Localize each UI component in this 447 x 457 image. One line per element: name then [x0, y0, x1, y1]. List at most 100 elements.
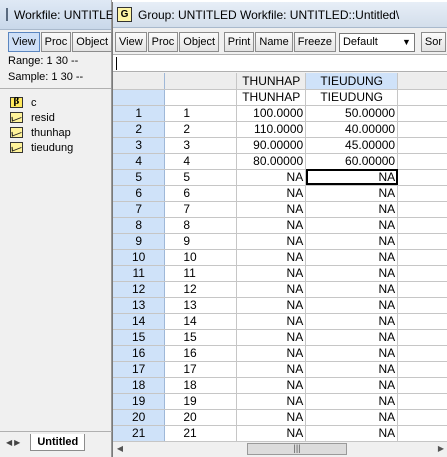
tieudung-cell[interactable]: NA [305, 217, 399, 234]
row-header[interactable]: 6 [113, 185, 166, 202]
row-header[interactable]: 3 [113, 137, 166, 154]
row-header[interactable]: 9 [113, 233, 166, 250]
scroll-left-icon[interactable]: ◀ [113, 444, 127, 453]
row-header[interactable]: 1 [113, 105, 166, 122]
column-header-thunhap[interactable]: THUNHAP [236, 73, 307, 90]
subheader-thunhap[interactable]: THUNHAP [236, 89, 307, 106]
tieudung-cell[interactable]: NA [305, 265, 399, 282]
object-item-thunhap[interactable]: thunhap [10, 125, 110, 140]
tieudung-cell[interactable]: 40.00000 [305, 121, 399, 138]
thunhap-cell[interactable]: 80.00000 [236, 153, 307, 170]
tieudung-cell[interactable]: NA [305, 313, 399, 330]
row-header[interactable]: 12 [113, 281, 166, 298]
thunhap-cell[interactable]: NA [236, 393, 307, 410]
horizontal-scrollbar[interactable]: ◀ ||| ▶ [113, 441, 447, 455]
thunhap-cell[interactable]: NA [236, 185, 307, 202]
object-item-resid[interactable]: resid [10, 110, 110, 125]
thunhap-cell[interactable]: NA [236, 313, 307, 330]
tieudung-cell[interactable]: NA [305, 201, 399, 218]
row-header[interactable]: 20 [113, 409, 166, 426]
name-button[interactable]: Name [255, 32, 293, 52]
print-button[interactable]: Print [223, 32, 255, 52]
tieudung-cell[interactable]: NA [305, 329, 399, 346]
thunhap-cell[interactable]: NA [236, 409, 307, 426]
workfile-object-button[interactable]: Object [72, 32, 113, 52]
thunhap-cell[interactable]: NA [236, 329, 307, 346]
row-header[interactable]: 10 [113, 249, 166, 266]
group-titlebar[interactable]: G Group: UNTITLED Workfile: UNTITLED::Un… [113, 2, 447, 28]
row-header[interactable]: 13 [113, 297, 166, 314]
sort-button[interactable]: Sor [420, 32, 446, 52]
spreadsheet-grid[interactable]: THUNHAP TIEUDUNG THUNHAP TIEUDUNG 1 1 100.… [113, 73, 447, 441]
row-header[interactable] [113, 89, 166, 106]
tieudung-cell[interactable]: NA [305, 393, 399, 410]
display-format-select[interactable]: Default ▼ [338, 32, 415, 52]
thunhap-cell[interactable]: NA [236, 217, 307, 234]
thunhap-cell[interactable]: NA [236, 233, 307, 250]
table-row: 11 11 NA NA [113, 265, 447, 282]
tieudung-cell[interactable]: 45.00000 [305, 137, 399, 154]
tieudung-cell[interactable]: NA [305, 281, 399, 298]
thunhap-cell[interactable]: NA [236, 377, 307, 394]
thunhap-cell[interactable]: NA [236, 361, 307, 378]
thunhap-cell[interactable]: NA [236, 169, 307, 186]
row-header[interactable]: 21 [113, 425, 166, 441]
row-header[interactable]: 18 [113, 377, 166, 394]
sample-info[interactable]: Sample: 1 30 -- [8, 71, 83, 83]
row-header[interactable]: 4 [113, 153, 166, 170]
thunhap-cell[interactable]: NA [236, 265, 307, 282]
row-header[interactable]: 8 [113, 217, 166, 234]
scroll-thumb[interactable]: ||| [247, 442, 347, 455]
tieudung-cell[interactable]: NA [305, 297, 399, 314]
thunhap-cell[interactable]: 100.0000 [236, 105, 307, 122]
row-header[interactable]: 5 [113, 169, 166, 186]
object-item-c[interactable]: β c [10, 95, 110, 110]
group-toolbar: View Proc Object Print Name Freeze Defau… [115, 31, 447, 53]
tieudung-cell[interactable]: NA [305, 361, 399, 378]
thunhap-cell[interactable]: NA [236, 345, 307, 362]
tieudung-cell[interactable]: 60.00000 [305, 153, 399, 170]
tab-untitled[interactable]: Untitled [30, 434, 86, 451]
tieudung-cell[interactable]: 50.00000 [305, 105, 399, 122]
subheader-tieudung[interactable]: TIEUDUNG [305, 89, 399, 106]
thunhap-cell[interactable]: NA [236, 281, 307, 298]
thunhap-cell[interactable]: 110.0000 [236, 121, 307, 138]
workfile-view-button[interactable]: View [8, 32, 40, 52]
corner-cell[interactable] [113, 73, 166, 90]
thunhap-cell[interactable]: NA [236, 249, 307, 266]
tieudung-cell[interactable]: NA [305, 185, 399, 202]
tab-scroll-right-icon[interactable]: ▶ [14, 438, 20, 447]
row-header[interactable]: 16 [113, 345, 166, 362]
row-header[interactable]: 19 [113, 393, 166, 410]
tab-scroll-left-icon[interactable]: ◀ [6, 438, 12, 447]
proc-button[interactable]: Proc [147, 32, 179, 52]
row-header[interactable]: 11 [113, 265, 166, 282]
workfile-titlebar[interactable]: Workfile: UNTITLED [0, 0, 122, 30]
row-header[interactable]: 7 [113, 201, 166, 218]
tieudung-cell[interactable]: NA [305, 169, 399, 186]
workfile-proc-button[interactable]: Proc [40, 32, 72, 52]
row-header[interactable]: 14 [113, 313, 166, 330]
range-info[interactable]: Range: 1 30 -- [8, 55, 78, 67]
row-header[interactable]: 17 [113, 361, 166, 378]
tieudung-cell[interactable]: NA [305, 345, 399, 362]
scroll-right-icon[interactable]: ▶ [434, 444, 447, 453]
tieudung-cell[interactable]: NA [305, 233, 399, 250]
freeze-button[interactable]: Freeze [293, 32, 336, 52]
scroll-track[interactable]: ||| [127, 442, 434, 455]
object-item-tieudung[interactable]: tieudung [10, 140, 110, 155]
tieudung-cell[interactable]: NA [305, 425, 399, 441]
tieudung-cell[interactable]: NA [305, 249, 399, 266]
tieudung-cell[interactable]: NA [305, 409, 399, 426]
thunhap-cell[interactable]: NA [236, 297, 307, 314]
thunhap-cell[interactable]: 90.00000 [236, 137, 307, 154]
row-header[interactable]: 15 [113, 329, 166, 346]
tieudung-cell[interactable]: NA [305, 377, 399, 394]
cell-edit-field[interactable] [113, 54, 447, 72]
row-header[interactable]: 2 [113, 121, 166, 138]
view-button[interactable]: View [115, 32, 147, 52]
object-button[interactable]: Object [179, 32, 220, 52]
column-header-tieudung[interactable]: TIEUDUNG [305, 73, 399, 90]
thunhap-cell[interactable]: NA [236, 201, 307, 218]
thunhap-cell[interactable]: NA [236, 425, 307, 441]
